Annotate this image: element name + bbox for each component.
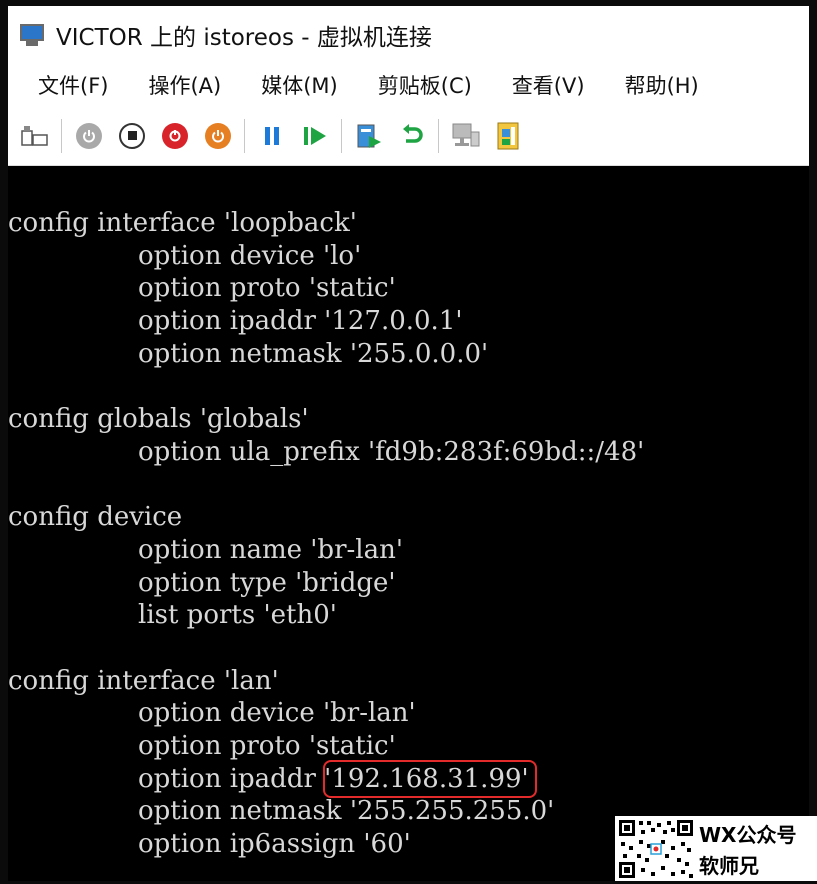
menu-view[interactable]: 查看(V) <box>512 70 585 100</box>
console-line: option ula_prefix 'fd9b:283f:69bd::/48' <box>8 436 809 469</box>
toolbar-separator <box>341 118 342 153</box>
console-line: option type 'bridge' <box>8 567 809 600</box>
console-line: option name 'br-lan' <box>8 534 809 567</box>
toolbar-separator <box>438 118 439 153</box>
watermark: WX公众号 软师兄 <box>615 816 817 881</box>
console-line-text: option proto 'static' <box>138 273 396 304</box>
console-line: option proto 'static' <box>8 730 809 763</box>
title-bar: VICTOR 上的 istoreos - 虚拟机连接 <box>8 6 809 64</box>
turn-off-icon[interactable] <box>115 119 149 153</box>
console-line-text: option netmask '255.0.0.0' <box>138 338 489 369</box>
menu-action[interactable]: 操作(A) <box>148 70 221 100</box>
checkpoint-icon[interactable] <box>352 119 386 153</box>
menu-clipboard[interactable]: 剪贴板(C) <box>378 70 472 100</box>
console-line: option ipaddr '127.0.0.1' <box>8 305 809 338</box>
zoom-icon[interactable] <box>492 119 526 153</box>
toolbar-separator <box>244 118 245 153</box>
console-line-text: config globals 'globals' <box>8 404 309 435</box>
toolbar-separator <box>61 118 62 153</box>
vm-console[interactable]: config interface 'loopback' option device… <box>8 169 809 881</box>
console-line: option ipaddr '192.168.31.99' <box>8 759 809 798</box>
vm-connection-icon <box>18 22 48 48</box>
watermark-line-2: 软师兄 <box>699 853 759 878</box>
console-line-text: option device 'br-lan' <box>138 698 416 729</box>
qr-code-icon <box>617 817 695 880</box>
console-line-text: list ports 'eth0' <box>138 600 337 631</box>
console-line-text: option proto 'static' <box>138 731 396 761</box>
window-title: VICTOR 上的 istoreos - 虚拟机连接 <box>56 25 432 51</box>
console-line-text: option ip6assign '60' <box>138 829 411 860</box>
console-line: option proto 'static' <box>8 272 809 305</box>
save-state-icon[interactable] <box>201 119 235 153</box>
start-icon[interactable] <box>72 119 106 153</box>
menu-media[interactable]: 媒体(M) <box>261 70 338 100</box>
console-line-text: option ipaddr '127.0.0.1' <box>138 306 463 337</box>
console-line-text: config interface 'loopback' <box>8 208 357 238</box>
console-line: option device 'lo' <box>8 240 809 273</box>
menu-help[interactable]: 帮助(H) <box>625 70 699 100</box>
console-line-text: config interface 'lan' <box>8 665 279 696</box>
console-line: config interface 'loopback' <box>8 207 809 240</box>
vm-connection-window: VICTOR 上的 istoreos - 虚拟机连接 文件(F) 操作(A) 媒… <box>8 6 809 881</box>
console-line: list ports 'eth0' <box>8 599 809 632</box>
shut-down-icon[interactable] <box>158 119 192 153</box>
console-line: config globals 'globals' <box>8 403 809 436</box>
console-line-text: config device <box>8 502 183 533</box>
console-line: option netmask '255.0.0.0' <box>8 338 809 371</box>
menu-bar: 文件(F) 操作(A) 媒体(M) 剪贴板(C) 查看(V) 帮助(H) <box>8 64 809 106</box>
console-line: config interface 'lan' <box>8 665 809 698</box>
console-line-text: option ipaddr ' <box>138 763 332 794</box>
highlighted-ip-address: 192.168.31.99' <box>323 759 537 798</box>
console-line: config device <box>8 501 809 534</box>
toolbar <box>8 106 809 166</box>
console-line-text: option name 'br-lan' <box>138 534 403 565</box>
console-line-text: option device 'lo' <box>138 240 362 271</box>
resume-icon[interactable] <box>298 119 332 153</box>
console-line: option device 'br-lan' <box>8 697 809 730</box>
enhanced-session-icon[interactable] <box>449 119 483 153</box>
console-line-text: option type 'bridge' <box>138 567 396 598</box>
console-line-text: option ula_prefix 'fd9b:283f:69bd::/48' <box>138 436 645 467</box>
pause-icon[interactable] <box>255 119 289 153</box>
watermark-line-1: WX公众号 <box>699 822 797 847</box>
revert-icon[interactable] <box>395 119 429 153</box>
ctrl-alt-del-icon[interactable] <box>18 119 52 153</box>
menu-file[interactable]: 文件(F) <box>38 70 108 100</box>
console-line-text: option netmask '255.255.255.0' <box>138 796 555 827</box>
